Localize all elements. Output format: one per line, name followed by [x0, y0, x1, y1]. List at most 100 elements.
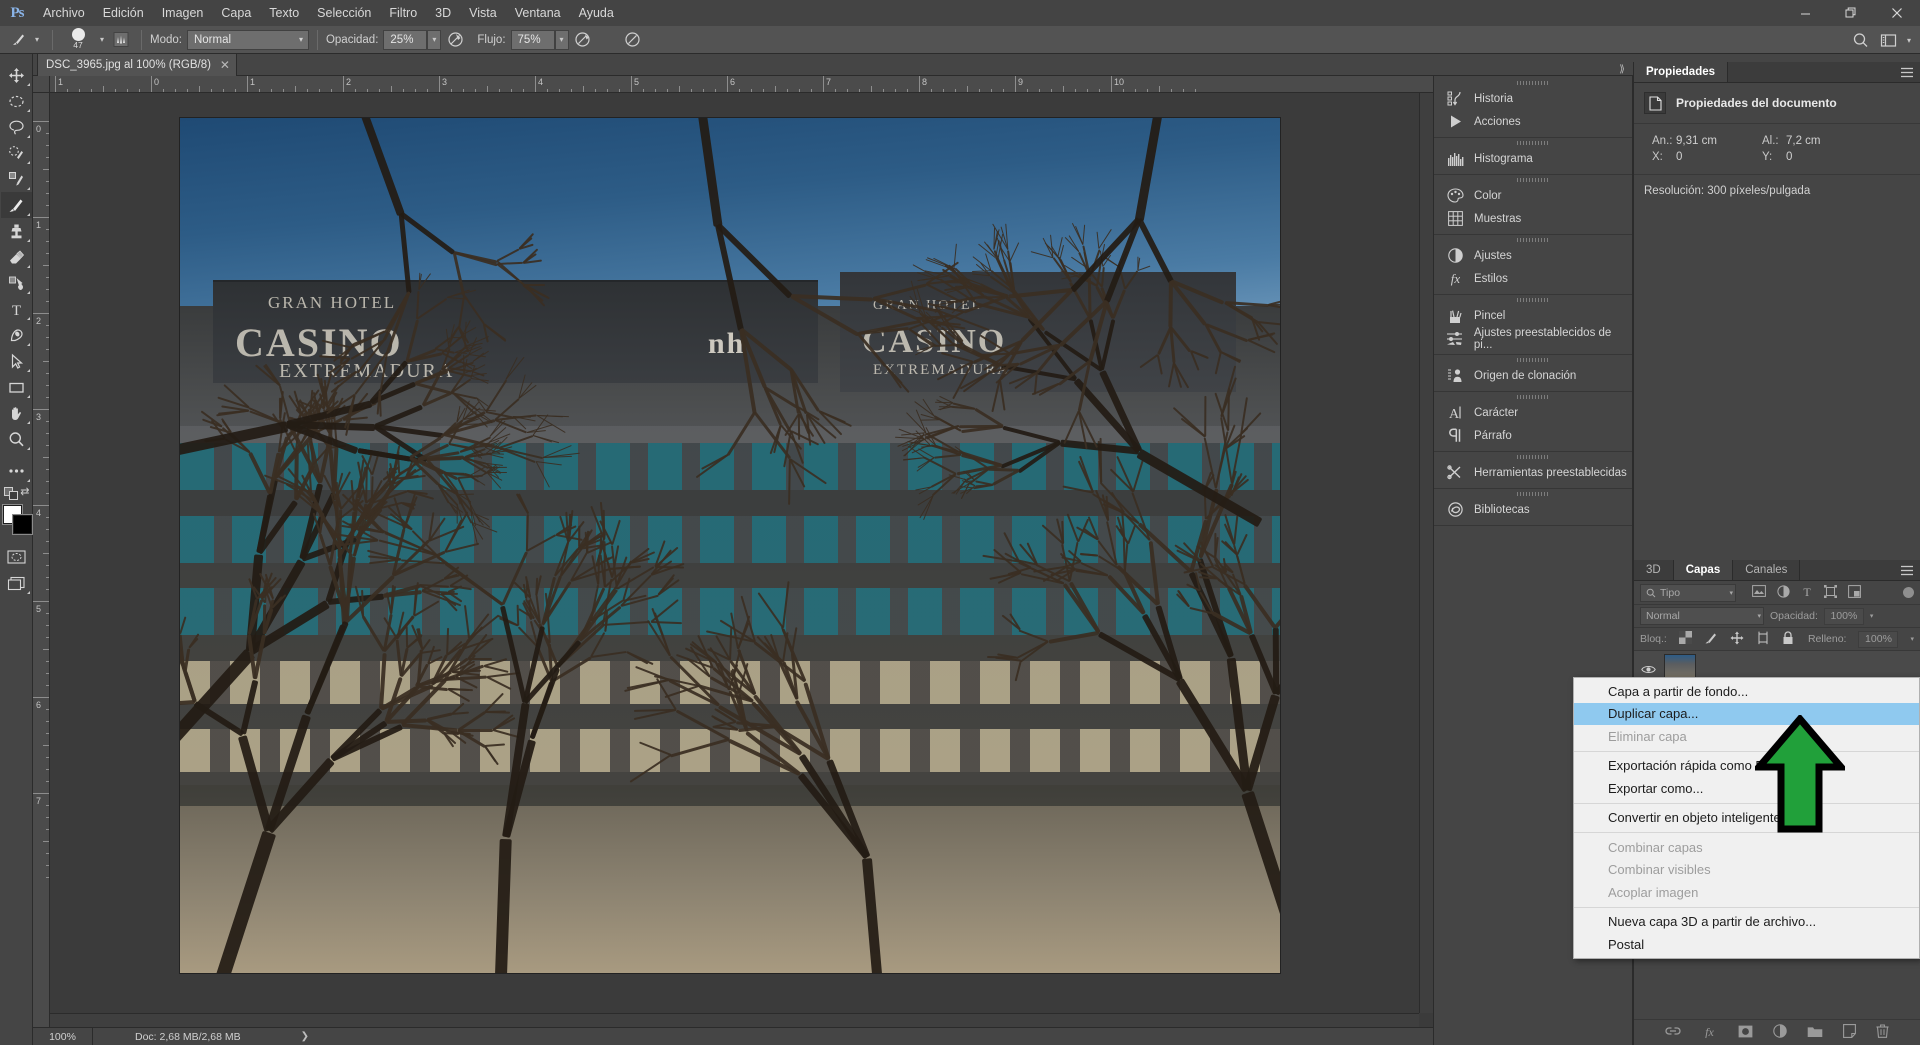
gradient-tool[interactable] — [1, 270, 32, 296]
property-x[interactable]: X: 0 — [1634, 151, 1744, 163]
lock-image-icon[interactable] — [1704, 631, 1718, 648]
dock-group-grip[interactable] — [1434, 452, 1632, 461]
default-and-swap-colors[interactable]: ⇄ — [1, 484, 32, 500]
search-icon[interactable] — [1846, 28, 1874, 52]
context-menu-item-nueva-capa-3d-a-partir-de-archivo[interactable]: Nueva capa 3D a partir de archivo... — [1574, 911, 1919, 934]
layer-fill-chevron-down-icon[interactable]: ▾ — [1910, 635, 1914, 643]
canvas-vertical-scrollbar[interactable] — [1419, 93, 1433, 1013]
zoom-tool[interactable] — [1, 426, 32, 452]
blend-mode-dropdown[interactable]: Normal ▾ — [186, 29, 309, 50]
hand-tool[interactable] — [1, 400, 32, 426]
type-tool[interactable]: T — [1, 296, 32, 322]
new-adjustment-icon[interactable] — [1773, 1024, 1787, 1041]
new-layer-icon[interactable] — [1843, 1024, 1856, 1041]
layer-context-menu[interactable]: Capa a partir de fondo... Duplicar capa..… — [1573, 677, 1920, 959]
layer-opacity-value[interactable]: 100% — [1823, 607, 1864, 625]
path-selection-tool[interactable] — [1, 348, 32, 374]
menu-edici-n[interactable]: Edición — [94, 0, 153, 26]
context-menu-item-convertir-en-objeto-inteligente[interactable]: Convertir en objeto inteligente — [1574, 807, 1919, 830]
context-menu-item-duplicar-capa[interactable]: Duplicar capa... — [1574, 702, 1919, 725]
brush-size-preview[interactable]: 47 — [61, 27, 95, 53]
opacity-input[interactable]: 25% — [383, 29, 428, 50]
dock-group-grip[interactable] — [1434, 138, 1632, 147]
dock-item-histograma[interactable]: Histograma — [1434, 147, 1632, 170]
opacity-chevron-down-icon[interactable]: ▾ — [427, 29, 442, 50]
tab-canales[interactable]: Canales — [1733, 560, 1801, 580]
context-menu-item-exportar-como[interactable]: Exportar como... — [1574, 777, 1919, 800]
close-icon[interactable]: ✕ — [220, 58, 230, 72]
brush-preset-caret-icon[interactable]: ▾ — [95, 30, 109, 50]
close-button[interactable] — [1874, 0, 1920, 26]
smoothing-icon[interactable] — [619, 28, 647, 52]
dock-item-origen-de-clonaci-n[interactable]: Origen de clonación — [1434, 364, 1632, 387]
vertical-ruler[interactable]: 0 1 2 3 4 5 6 7 — [33, 93, 50, 1045]
restore-button[interactable] — [1828, 0, 1874, 26]
tab-3d[interactable]: 3D — [1634, 560, 1674, 580]
layer-fill-value[interactable]: 100% — [1858, 630, 1899, 648]
shape-filter-icon[interactable] — [1824, 584, 1837, 601]
dock-item-p-rrafo[interactable]: Párrafo — [1434, 424, 1632, 447]
link-layers-icon[interactable] — [1665, 1025, 1681, 1040]
adjustment-filter-icon[interactable] — [1777, 584, 1790, 601]
dock-item-ajustes[interactable]: Ajustes — [1434, 244, 1632, 267]
airbrush-icon[interactable] — [569, 28, 597, 52]
dock-item-muestras[interactable]: Muestras — [1434, 207, 1632, 230]
menu-capa[interactable]: Capa — [212, 0, 260, 26]
lock-transparency-icon[interactable] — [1678, 631, 1692, 647]
dock-group-grip[interactable] — [1434, 78, 1632, 87]
zoom-level[interactable]: 100% — [33, 1027, 93, 1045]
menu-ventana[interactable]: Ventana — [506, 0, 570, 26]
dock-group-grip[interactable] — [1434, 489, 1632, 498]
dock-item-ajustes-preestablecidos-de-pi[interactable]: Ajustes preestablecidos de pi... — [1434, 327, 1632, 351]
dock-item-historia[interactable]: Historia — [1434, 87, 1632, 110]
lock-artboard-icon[interactable] — [1756, 631, 1770, 648]
pixel-filter-icon[interactable] — [1752, 584, 1766, 601]
property-al[interactable]: Al.: 7,2 cm — [1744, 135, 1854, 147]
canvas-viewport[interactable]: GRAN HOTEL CASINO EXTREMADURA nh GRAN HO… — [50, 93, 1419, 1013]
context-menu-item-exportaci-n-r-pida-como-png[interactable]: Exportación rápida como PNG — [1574, 755, 1919, 778]
new-group-icon[interactable] — [1807, 1025, 1823, 1041]
dock-item-herramientas-preestablecidas[interactable]: Herramientas preestablecidas — [1434, 461, 1632, 484]
clone-stamp-tool[interactable] — [1, 218, 32, 244]
context-menu-item-postal[interactable]: Postal — [1574, 933, 1919, 956]
dock-item-bibliotecas[interactable]: Bibliotecas — [1434, 498, 1632, 521]
lock-position-icon[interactable] — [1730, 631, 1744, 648]
minimize-button[interactable] — [1782, 0, 1828, 26]
menu-archivo[interactable]: Archivo — [34, 0, 94, 26]
canvas-horizontal-scrollbar[interactable] — [50, 1013, 1419, 1027]
dock-group-grip[interactable] — [1434, 355, 1632, 364]
dock-collapse-icon[interactable]: ⟫ — [1612, 62, 1632, 76]
dock-group-grip[interactable] — [1434, 295, 1632, 304]
move-tool[interactable] — [1, 62, 32, 88]
pressure-opacity-icon[interactable] — [441, 28, 469, 52]
menu-imagen[interactable]: Imagen — [153, 0, 213, 26]
dock-item-acciones[interactable]: Acciones — [1434, 110, 1632, 133]
document-image[interactable]: GRAN HOTEL CASINO EXTREMADURA nh GRAN HO… — [180, 118, 1280, 973]
crop-tool[interactable] — [1, 166, 32, 192]
context-menu-item-capa-a-partir-de-fondo[interactable]: Capa a partir de fondo... — [1574, 680, 1919, 703]
document-tab[interactable]: DSC_3965.jpg al 100% (RGB/8) ✕ — [37, 54, 237, 76]
pen-tool[interactable] — [1, 322, 32, 348]
horizontal-ruler[interactable]: 1 0 1 2 3 4 5 6 7 8 9 10 — [33, 76, 1433, 93]
lock-all-icon[interactable] — [1782, 630, 1794, 648]
menu-texto[interactable]: Texto — [260, 0, 308, 26]
current-tool-brush-icon[interactable] — [6, 29, 30, 51]
dock-item-color[interactable]: Color — [1434, 184, 1632, 207]
menu-filtro[interactable]: Filtro — [380, 0, 426, 26]
layer-visibility-eye-icon[interactable] — [1640, 664, 1656, 675]
menu-ayuda[interactable]: Ayuda — [570, 0, 623, 26]
layer-style-fx-icon[interactable]: fx — [1701, 1025, 1718, 1041]
menu-3d[interactable]: 3D — [426, 0, 460, 26]
type-filter-icon[interactable]: T — [1801, 585, 1813, 601]
flow-chevron-down-icon[interactable]: ▾ — [554, 29, 569, 50]
layers-panel-menu-icon[interactable] — [1900, 560, 1914, 581]
dock-group-grip[interactable] — [1434, 235, 1632, 244]
screen-mode-icon[interactable] — [1, 570, 32, 596]
menu-selecci-n[interactable]: Selección — [308, 0, 380, 26]
layer-filter-type-dropdown[interactable]: Tipo ▾ — [1640, 583, 1736, 602]
dock-group-grip[interactable] — [1434, 392, 1632, 401]
tab-propiedades[interactable]: Propiedades — [1634, 62, 1729, 82]
flow-input[interactable]: 75% — [510, 29, 555, 50]
workspace-switcher-icon[interactable] — [1874, 28, 1902, 52]
dock-item-pincel[interactable]: Pincel — [1434, 304, 1632, 327]
